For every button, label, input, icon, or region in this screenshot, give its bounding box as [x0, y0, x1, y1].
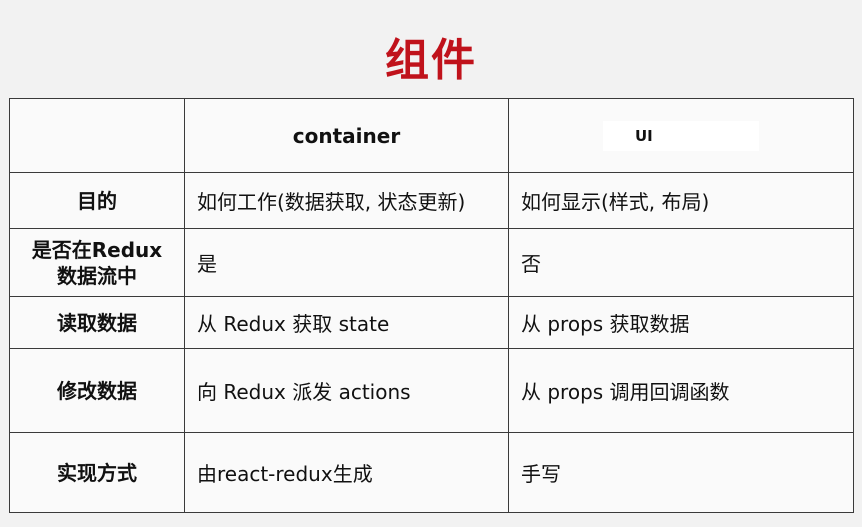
row-label-line-1: 是否在Redux: [31, 237, 163, 262]
row-label-modify-data: 修改数据: [9, 348, 185, 433]
cell-ui-implementation: 手写: [508, 432, 854, 513]
table-row: 实现方式 由react-redux生成 手写: [9, 432, 854, 513]
slide-title: 组件: [385, 35, 477, 86]
cell-container-read-data: 从 Redux 获取 state: [184, 296, 509, 349]
row-label-purpose: 目的: [9, 172, 185, 229]
table-header-row: container UI: [9, 98, 854, 173]
row-label-in-redux-flow: 是否在Redux 数据流中: [9, 228, 185, 297]
header-ui-label: UI: [603, 120, 759, 151]
table-row: 是否在Redux 数据流中 是 否: [9, 228, 854, 297]
row-label-implementation: 实现方式: [9, 432, 185, 513]
cell-container-modify-data: 向 Redux 派发 actions: [184, 348, 509, 433]
cell-container-purpose: 如何工作(数据获取, 状态更新): [184, 172, 509, 229]
table-row: 读取数据 从 Redux 获取 state 从 props 获取数据: [9, 296, 854, 349]
row-label-read-data: 读取数据: [9, 296, 185, 349]
header-corner-cell: [9, 98, 185, 173]
header-ui-cell: UI: [508, 98, 854, 173]
cell-ui-in-redux-flow: 否: [508, 228, 854, 297]
cell-ui-read-data: 从 props 获取数据: [508, 296, 854, 349]
cell-container-in-redux-flow: 是: [184, 228, 509, 297]
cell-ui-modify-data: 从 props 调用回调函数: [508, 348, 854, 433]
table-row: 目的 如何工作(数据获取, 状态更新) 如何显示(样式, 布局): [9, 172, 854, 229]
table-row: 修改数据 向 Redux 派发 actions 从 props 调用回调函数: [9, 348, 854, 433]
header-container: container: [184, 98, 509, 173]
cell-container-implementation: 由react-redux生成: [184, 432, 509, 513]
comparison-table: container UI 目的 如何工作(数据获取, 状态更新) 如何显示(样式…: [9, 98, 854, 513]
cell-ui-purpose: 如何显示(样式, 布局): [508, 172, 854, 229]
row-label-line-2: 数据流中: [57, 263, 137, 288]
